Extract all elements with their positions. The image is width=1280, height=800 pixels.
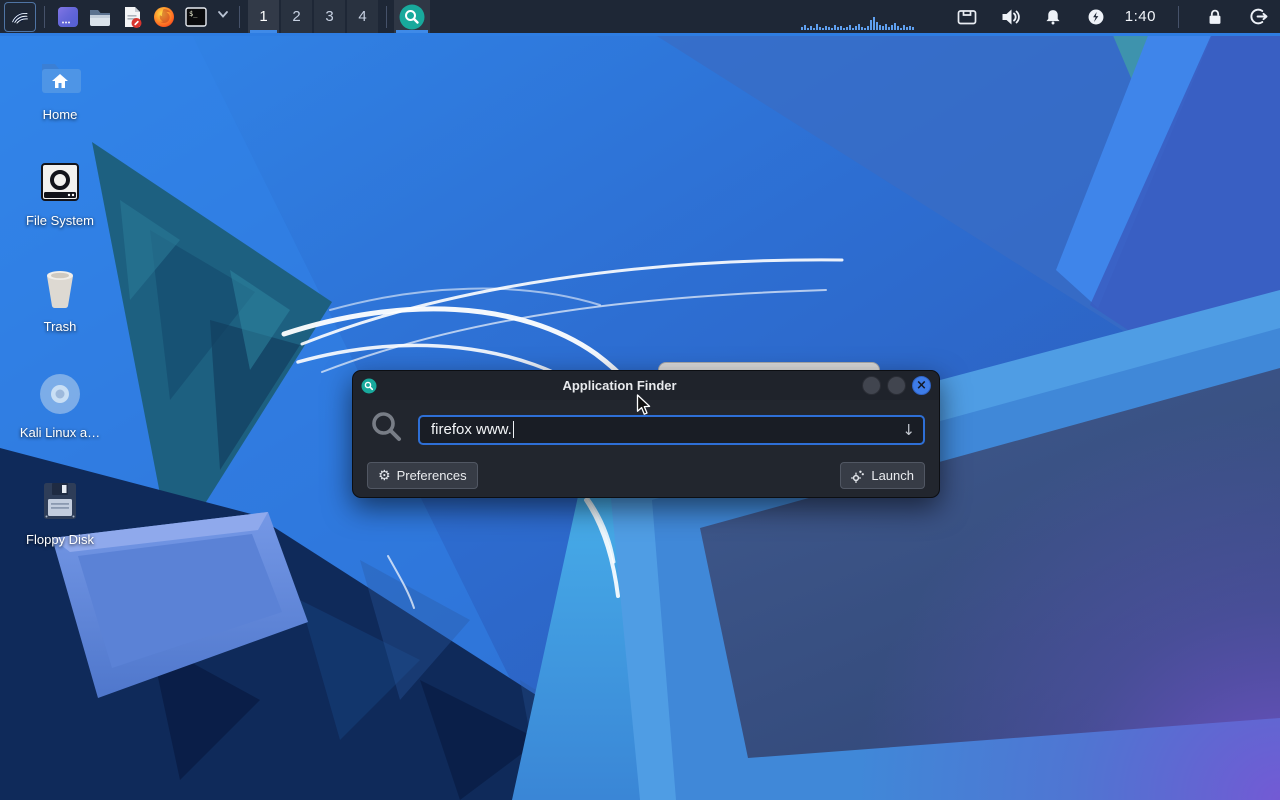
text-caret [512,421,514,438]
desktop-icon-label: Home [42,107,78,122]
mouse-cursor [636,394,651,421]
launch-icon [851,470,865,483]
desktop-icon-label: Floppy Disk [26,532,94,547]
floppy-disk-icon [36,477,84,525]
workspace-label: 4 [358,8,367,25]
dropdown-arrow-icon[interactable]: ↓ [902,421,915,439]
power-manager-icon[interactable] [1082,3,1110,31]
desktop-icon-kali-cd[interactable]: Kali Linux a… [12,370,108,440]
desktop-icon-file-system[interactable]: File System [12,158,108,228]
lock-screen-icon[interactable] [1201,3,1229,31]
desktop-icon-label: File System [26,213,94,228]
search-query-text: firefox www. [431,421,512,438]
workspace-button-1[interactable]: 1 [248,0,279,33]
workspace-button-3[interactable]: 3 [314,0,345,33]
preferences-button-label: Preferences [396,468,467,483]
workspace-label: 1 [259,8,268,25]
desktop-icon-label: Trash [43,319,77,334]
desktop-icon-trash[interactable]: Trash [12,264,108,334]
application-finder-window: Application Finder × firefox www. ↓ ⚙ Pr… [352,370,940,498]
panel-separator [386,5,387,28]
kali-dragon-icon [12,12,29,24]
volume-icon[interactable] [996,3,1024,31]
notifications-bell-icon[interactable] [1039,3,1067,31]
file-manager-icon [90,9,110,26]
workspace-button-4[interactable]: 4 [347,0,378,33]
network-icon[interactable] [953,3,981,31]
search-input[interactable]: firefox www. ↓ [418,414,925,445]
launch-button-label: Launch [871,468,914,483]
terminal-dropdown-chevron-icon[interactable] [216,7,230,26]
desktop-icon-label: Kali Linux a… [19,425,101,440]
text-editor-icon [125,6,142,28]
terminal-prompt-glyph: $_ [189,10,198,18]
panel-clock[interactable]: 1:40 [1125,8,1156,25]
launch-button[interactable]: Launch [840,462,925,489]
window-title: Application Finder [562,378,677,393]
top-panel: $_ 1 2 3 4 1:40 [0,0,1280,36]
logout-icon[interactable] [1244,3,1272,31]
workspace-label: 3 [325,8,334,25]
desktop-icon-floppy-disk[interactable]: Floppy Disk [12,477,108,547]
system-load-graph [800,17,943,30]
firefox-icon [154,6,174,27]
panel-separator [239,5,240,28]
preferences-button[interactable]: ⚙ Preferences [367,462,478,489]
kali-menu-button[interactable] [5,3,35,31]
launcher-window-app[interactable] [54,3,82,31]
trash-icon [36,264,84,312]
launcher-file-manager[interactable] [86,3,114,31]
maximize-button[interactable] [887,376,906,395]
launcher-firefox[interactable] [150,3,178,31]
close-icon: × [916,378,927,393]
cd-disc-icon [36,370,84,418]
app-finder-icon [399,4,425,29]
launcher-terminal[interactable]: $_ [182,3,210,31]
home-folder-icon [36,52,84,100]
desktop-icon-home[interactable]: Home [12,52,108,122]
panel-separator [1178,5,1179,28]
workspace-button-2[interactable]: 2 [281,0,312,33]
workspace-label: 2 [292,8,301,25]
panel-separator [44,5,45,28]
minimize-button[interactable] [862,376,881,395]
hard-drive-icon [36,158,84,206]
search-icon [369,409,405,450]
taskbar-app-finder-button[interactable] [394,0,430,33]
terminal-icon: $_ [185,6,207,27]
close-button[interactable]: × [912,376,931,395]
app-finder-titlebar-icon [361,378,377,394]
window-app-icon [58,6,78,27]
gear-icon: ⚙ [378,467,391,484]
launcher-text-editor[interactable] [118,3,146,31]
